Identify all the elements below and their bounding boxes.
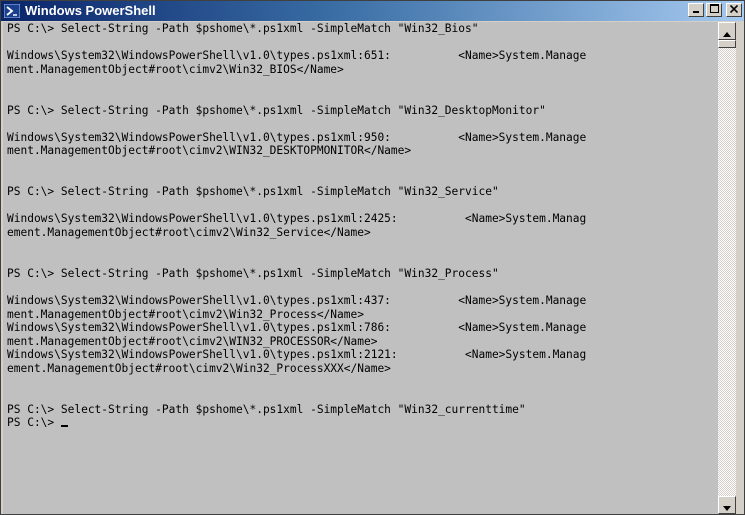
window-title: Windows PowerShell xyxy=(25,3,156,18)
maximize-icon xyxy=(709,4,719,16)
console-line: ment.ManagementObject#root\cimv2\Win32_B… xyxy=(7,62,344,76)
text-cursor xyxy=(60,425,68,428)
vertical-scrollbar[interactable] xyxy=(718,22,736,514)
console-line: Windows\System32\WindowsPowerShell\v1.0\… xyxy=(7,348,587,362)
maximize-button[interactable] xyxy=(706,3,722,17)
console-line: Windows\System32\WindowsPowerShell\v1.0\… xyxy=(7,294,587,307)
minimize-button[interactable] xyxy=(688,3,704,17)
console-line: ement.ManagementObject#root\cimv2\Win32_… xyxy=(7,226,371,239)
console-line: PS C:\> Select-String -Path $pshome\*.ps… xyxy=(7,103,546,117)
close-icon xyxy=(729,4,739,16)
scroll-thumb[interactable] xyxy=(718,40,736,48)
powershell-window: Windows PowerShell PS C:\> Select-String… xyxy=(0,0,745,515)
console-line: ment.ManagementObject#root\cimv2\WIN32_P… xyxy=(7,334,378,348)
console-line: Windows\System32\WindowsPowerShell\v1.0\… xyxy=(7,130,587,144)
console-line: Windows\System32\WindowsPowerShell\v1.0\… xyxy=(7,212,587,226)
powershell-icon[interactable] xyxy=(3,3,21,19)
scroll-down-button[interactable] xyxy=(718,496,736,514)
console-line: PS C:\> Select-String -Path $pshome\*.ps… xyxy=(7,402,526,416)
console-line: PS C:\> Select-String -Path $pshome\*.ps… xyxy=(7,185,499,199)
console-line: Windows\System32\WindowsPowerShell\v1.0\… xyxy=(7,49,587,63)
console-line: PS C:\> Select-String -Path $pshome\*.ps… xyxy=(7,266,499,280)
title-bar[interactable]: Windows PowerShell xyxy=(1,1,744,21)
close-button[interactable] xyxy=(726,3,742,17)
console-line: ment.ManagementObject#root\cimv2\Win32_P… xyxy=(7,307,364,321)
scroll-up-arrow-icon xyxy=(723,22,731,41)
console-line: ement.ManagementObject#root\cimv2\Win32_… xyxy=(7,362,391,375)
console-line: ment.ManagementObject#root\cimv2\WIN32_D… xyxy=(7,144,412,158)
console-output[interactable]: PS C:\> Select-String -Path $pshome\*.ps… xyxy=(3,22,718,514)
caption-buttons xyxy=(688,3,742,17)
scroll-down-arrow-icon xyxy=(723,496,731,515)
console-line: Windows\System32\WindowsPowerShell\v1.0\… xyxy=(7,321,587,335)
console-line: PS C:\> xyxy=(7,416,68,429)
console-line: PS C:\> Select-String -Path $pshome\*.ps… xyxy=(7,22,479,35)
minimize-icon xyxy=(692,5,700,16)
console-client-area: PS C:\> Select-String -Path $pshome\*.ps… xyxy=(3,22,736,514)
scroll-up-button[interactable] xyxy=(718,22,736,40)
